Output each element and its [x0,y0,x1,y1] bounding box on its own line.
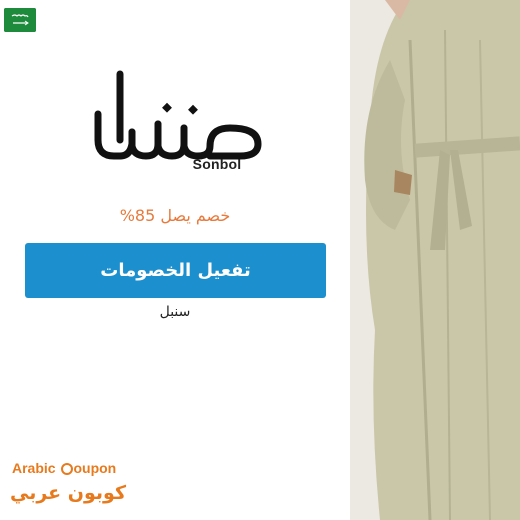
saudi-flag-icon [4,8,36,32]
coupon-card: Sonbol خصم يصل 85% تفعيل الخصومات سنبل A… [0,0,350,520]
logo-en-prefix: Arabic [12,460,60,476]
activate-discounts-button[interactable]: تفعيل الخصومات [25,243,326,298]
arabic-coupon-logo-ar: كوبون عربي [10,482,126,504]
logo-en-suffix: oupon [73,460,117,476]
discount-text: خصم يصل 85% [119,206,231,225]
arabic-coupon-logo: Arabic oupon [12,460,116,476]
coupon-c-icon [61,463,74,475]
store-name: سنبل [159,304,191,320]
product-model-photo [350,0,520,520]
brand-latin-name: Sonbol [192,156,242,172]
